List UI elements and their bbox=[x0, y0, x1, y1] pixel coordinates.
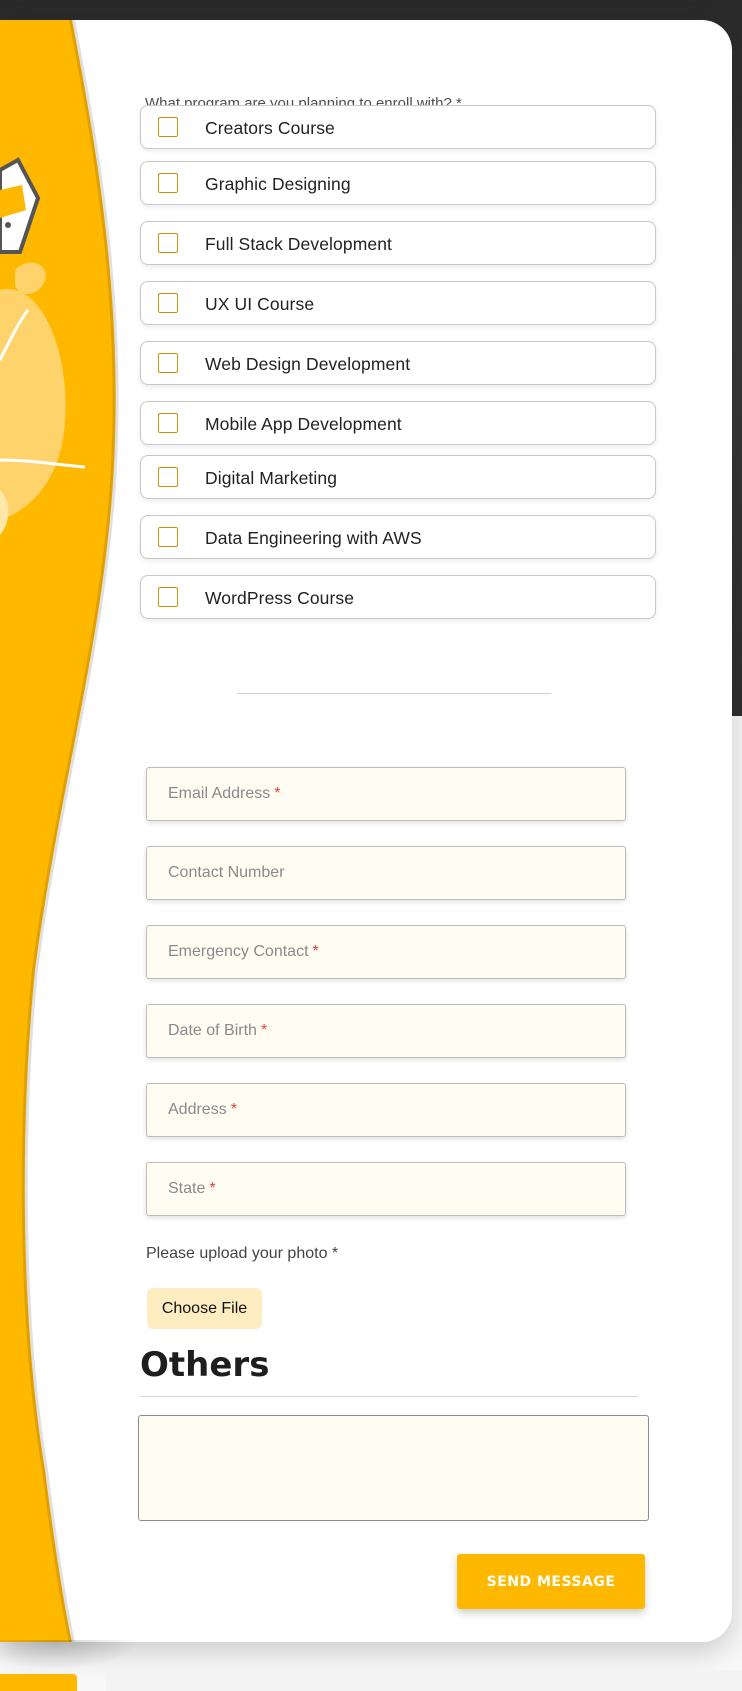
checkbox[interactable] bbox=[158, 587, 178, 607]
others-divider bbox=[140, 1396, 638, 1397]
send-message-button[interactable]: SEND MESSAGE bbox=[457, 1554, 645, 1609]
program-option-wordpress-course[interactable]: WordPress Course bbox=[140, 575, 656, 619]
footer-strip bbox=[106, 1670, 742, 1691]
email-placeholder: Email Address * bbox=[168, 785, 281, 802]
program-option-label: Creators Course bbox=[205, 118, 335, 138]
email-field[interactable]: Email Address * bbox=[146, 767, 626, 821]
program-option-ux-ui-course[interactable]: UX UI Course bbox=[140, 281, 656, 325]
required-mark: * bbox=[209, 1180, 216, 1197]
checkbox[interactable] bbox=[158, 233, 178, 253]
date-of-birth-field[interactable]: Date of Birth * bbox=[146, 1004, 626, 1058]
card-shadow bbox=[0, 1640, 140, 1670]
program-option-label: UX UI Course bbox=[205, 294, 315, 314]
program-option-label: Full Stack Development bbox=[205, 234, 393, 254]
emergency-contact-field[interactable]: Emergency Contact * bbox=[146, 925, 626, 979]
decorative-wave-illustration bbox=[0, 20, 119, 1642]
checkbox[interactable] bbox=[158, 293, 178, 313]
program-option-label: Web Design Development bbox=[205, 354, 411, 374]
address-placeholder: Address * bbox=[168, 1101, 237, 1118]
program-option-mobile-app-development[interactable]: Mobile App Development bbox=[140, 401, 656, 445]
program-option-label: WordPress Course bbox=[205, 588, 355, 608]
program-option-digital-marketing[interactable]: Digital Marketing bbox=[140, 455, 656, 499]
choose-file-button[interactable]: Choose File bbox=[147, 1288, 262, 1329]
checkbox[interactable] bbox=[158, 413, 178, 433]
program-option-full-stack-development[interactable]: Full Stack Development bbox=[140, 221, 656, 265]
date-of-birth-placeholder: Date of Birth * bbox=[168, 1022, 268, 1039]
others-heading: Others bbox=[140, 1345, 270, 1385]
checkbox[interactable] bbox=[158, 527, 178, 547]
program-option-graphic-designing[interactable]: Graphic Designing bbox=[140, 161, 656, 205]
program-option-creators-course[interactable]: Creators Course bbox=[140, 105, 656, 149]
program-option-label: Data Engineering with AWS bbox=[205, 528, 422, 548]
required-mark: * bbox=[230, 1101, 237, 1118]
checkbox[interactable] bbox=[158, 467, 178, 487]
program-option-label: Mobile App Development bbox=[205, 414, 402, 434]
address-field[interactable]: Address * bbox=[146, 1083, 626, 1137]
checkbox[interactable] bbox=[158, 173, 178, 193]
program-option-data-engineering-aws[interactable]: Data Engineering with AWS bbox=[140, 515, 656, 559]
required-mark: * bbox=[312, 943, 319, 960]
footer-tab bbox=[0, 1674, 77, 1691]
emergency-contact-placeholder: Emergency Contact * bbox=[168, 943, 319, 960]
checkbox[interactable] bbox=[158, 353, 178, 373]
upload-photo-label: Please upload your photo * bbox=[146, 1245, 339, 1262]
enrollment-form-card: What program are you planning to enroll … bbox=[0, 20, 732, 1642]
required-mark: * bbox=[260, 1022, 268, 1039]
others-textarea[interactable] bbox=[138, 1415, 649, 1521]
program-option-web-design-development[interactable]: Web Design Development bbox=[140, 341, 656, 385]
contact-number-placeholder: Contact Number bbox=[168, 864, 285, 881]
state-field[interactable]: State * bbox=[146, 1162, 626, 1216]
checkbox[interactable] bbox=[158, 117, 178, 137]
required-mark: * bbox=[274, 785, 281, 802]
state-placeholder: State * bbox=[168, 1180, 216, 1197]
program-option-label: Graphic Designing bbox=[205, 174, 351, 194]
program-option-label: Digital Marketing bbox=[205, 468, 338, 488]
contact-number-field[interactable]: Contact Number bbox=[146, 846, 626, 900]
section-divider bbox=[237, 693, 551, 694]
